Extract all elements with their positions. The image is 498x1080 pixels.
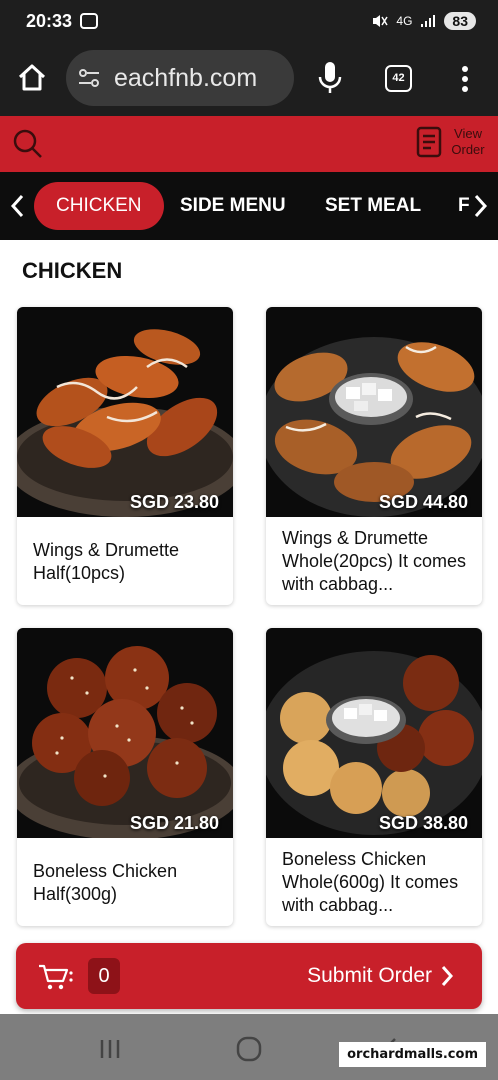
product-name: Wings & Drumette Half(10pcs) — [33, 540, 180, 583]
chevron-right-icon — [441, 966, 454, 986]
product-price: SGD 38.80 — [378, 813, 468, 833]
browser-toolbar: eachfnb.com 42 — [0, 44, 498, 116]
product-image: SGD 23.80 — [17, 307, 233, 517]
screen-record-icon — [80, 13, 98, 29]
view-order-button[interactable]: View Order — [416, 126, 486, 158]
home-nav-icon[interactable] — [236, 1036, 262, 1062]
site-settings-icon[interactable] — [78, 68, 100, 88]
category-tab-chicken[interactable]: CHICKEN — [34, 182, 164, 230]
tab-switcher-button[interactable]: 42 — [385, 65, 412, 92]
product-card[interactable]: SGD 23.80 Wings & Drumette Half(10pcs) — [17, 307, 233, 605]
product-card[interactable]: SGD 21.80 Boneless Chicken Half(300g) — [17, 628, 233, 926]
cart-icon — [39, 964, 73, 990]
home-icon[interactable] — [16, 62, 48, 94]
product-price: SGD 44.80 — [378, 492, 468, 512]
status-time: 20:33 — [26, 11, 73, 31]
cart-count-badge: 0 — [88, 958, 120, 994]
chevron-right-icon[interactable] — [468, 190, 492, 222]
microphone-icon[interactable] — [316, 60, 344, 96]
category-tab-side-menu[interactable]: SIDE MENU — [180, 182, 286, 230]
product-name: Boneless Chicken Whole(600g) It comes wi… — [282, 848, 470, 917]
address-bar[interactable]: eachfnb.com — [66, 50, 294, 106]
product-image: SGD 38.80 — [266, 628, 482, 838]
url-text: eachfnb.com — [114, 64, 258, 92]
search-icon[interactable] — [12, 128, 44, 160]
product-name: Boneless Chicken Half(300g) — [33, 861, 178, 904]
status-indicators: 4G 83 — [372, 12, 476, 30]
submit-order-bar[interactable]: 0 Submit Order — [16, 943, 482, 1009]
category-nav: CHICKEN SIDE MENU SET MEAL F — [0, 172, 498, 240]
product-name-text: Boneless Chicken Whole(600g) It comes wi… — [282, 849, 459, 915]
network-label: 4G — [396, 14, 413, 28]
signal-icon — [421, 15, 436, 27]
mute-icon — [373, 15, 389, 27]
battery-indicator: 83 — [444, 12, 476, 30]
more-menu-icon[interactable] — [455, 64, 475, 94]
section-title: CHICKEN — [22, 258, 123, 283]
site-header: View Order — [0, 116, 498, 172]
category-tab-set-meal[interactable]: SET MEAL — [325, 182, 421, 230]
submit-order-label: Submit Order — [307, 964, 432, 987]
chevron-left-icon[interactable] — [6, 190, 30, 222]
recent-apps-icon[interactable] — [98, 1038, 122, 1060]
watermark: orchardmalls.com — [339, 1042, 486, 1067]
product-price: SGD 21.80 — [129, 813, 219, 833]
product-image: SGD 44.80 — [266, 307, 482, 517]
product-name-text: Wings & Drumette Whole(20pcs) It comes w… — [282, 528, 467, 594]
order-list-icon — [416, 126, 442, 158]
view-order-label: View Order — [451, 126, 485, 157]
product-price: SGD 23.80 — [129, 492, 219, 512]
product-card[interactable]: SGD 44.80 Wings & Drumette Whole(20pcs) … — [266, 307, 482, 605]
product-name: Wings & Drumette Whole(20pcs) It comes w… — [282, 527, 470, 596]
product-card[interactable]: SGD 38.80 Boneless Chicken Whole(600g) I… — [266, 628, 482, 926]
product-image: SGD 21.80 — [17, 628, 233, 838]
status-bar: 20:33 4G 83 — [0, 0, 498, 44]
